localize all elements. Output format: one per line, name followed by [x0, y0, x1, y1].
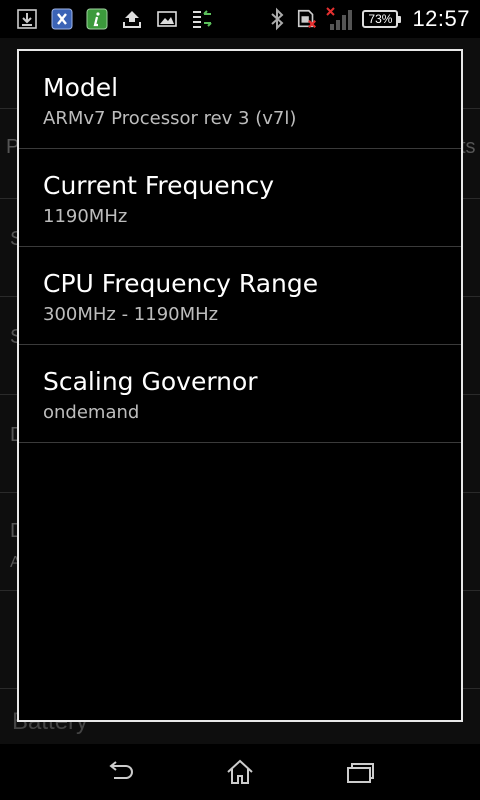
data-transfer-icon[interactable]: [191, 8, 213, 30]
item-title: CPU Frequency Range: [43, 269, 319, 298]
upload-icon[interactable]: [121, 8, 143, 30]
item-value: ondemand: [43, 402, 140, 423]
no-signal-icon: [326, 7, 354, 30]
back-icon[interactable]: [102, 756, 138, 788]
image-icon[interactable]: [156, 8, 178, 30]
item-value: 1190MHz: [43, 206, 128, 227]
recent-apps-icon[interactable]: [342, 756, 378, 788]
battery-indicator: 73%: [362, 10, 402, 28]
clock: 12:57: [412, 6, 470, 31]
bluetooth-icon: [266, 7, 288, 31]
home-icon[interactable]: [222, 756, 258, 788]
app-info-icon[interactable]: [86, 8, 108, 30]
dialog-item-cpu-frequency-range[interactable]: CPU Frequency Range 300MHz - 1190MHz: [19, 247, 461, 345]
dialog-item-model[interactable]: Model ARMv7 Processor rev 3 (v7l): [19, 51, 461, 149]
notification-icons: [0, 8, 213, 30]
dialog-item-scaling-governor[interactable]: Scaling Governor ondemand: [19, 345, 461, 443]
battery-percent: 73%: [368, 12, 393, 26]
system-status: 73% 12:57: [266, 6, 480, 32]
app-x-icon[interactable]: [51, 8, 73, 30]
sim-error-icon: [296, 8, 318, 30]
status-bar: 73% 12:57: [0, 0, 480, 38]
item-title: Current Frequency: [43, 171, 274, 200]
download-icon[interactable]: [16, 8, 38, 30]
dialog-item-current-frequency[interactable]: Current Frequency 1190MHz: [19, 149, 461, 247]
cpu-info-dialog: Model ARMv7 Processor rev 3 (v7l) Curren…: [17, 49, 463, 722]
item-title: Scaling Governor: [43, 367, 258, 396]
item-value: 300MHz - 1190MHz: [43, 304, 219, 325]
item-title: Model: [43, 73, 119, 102]
item-value: ARMv7 Processor rev 3 (v7l): [43, 108, 297, 129]
screen: 73% 12:57 P ts S S D D A Battery Model: [0, 0, 480, 800]
navigation-bar: [0, 744, 480, 800]
